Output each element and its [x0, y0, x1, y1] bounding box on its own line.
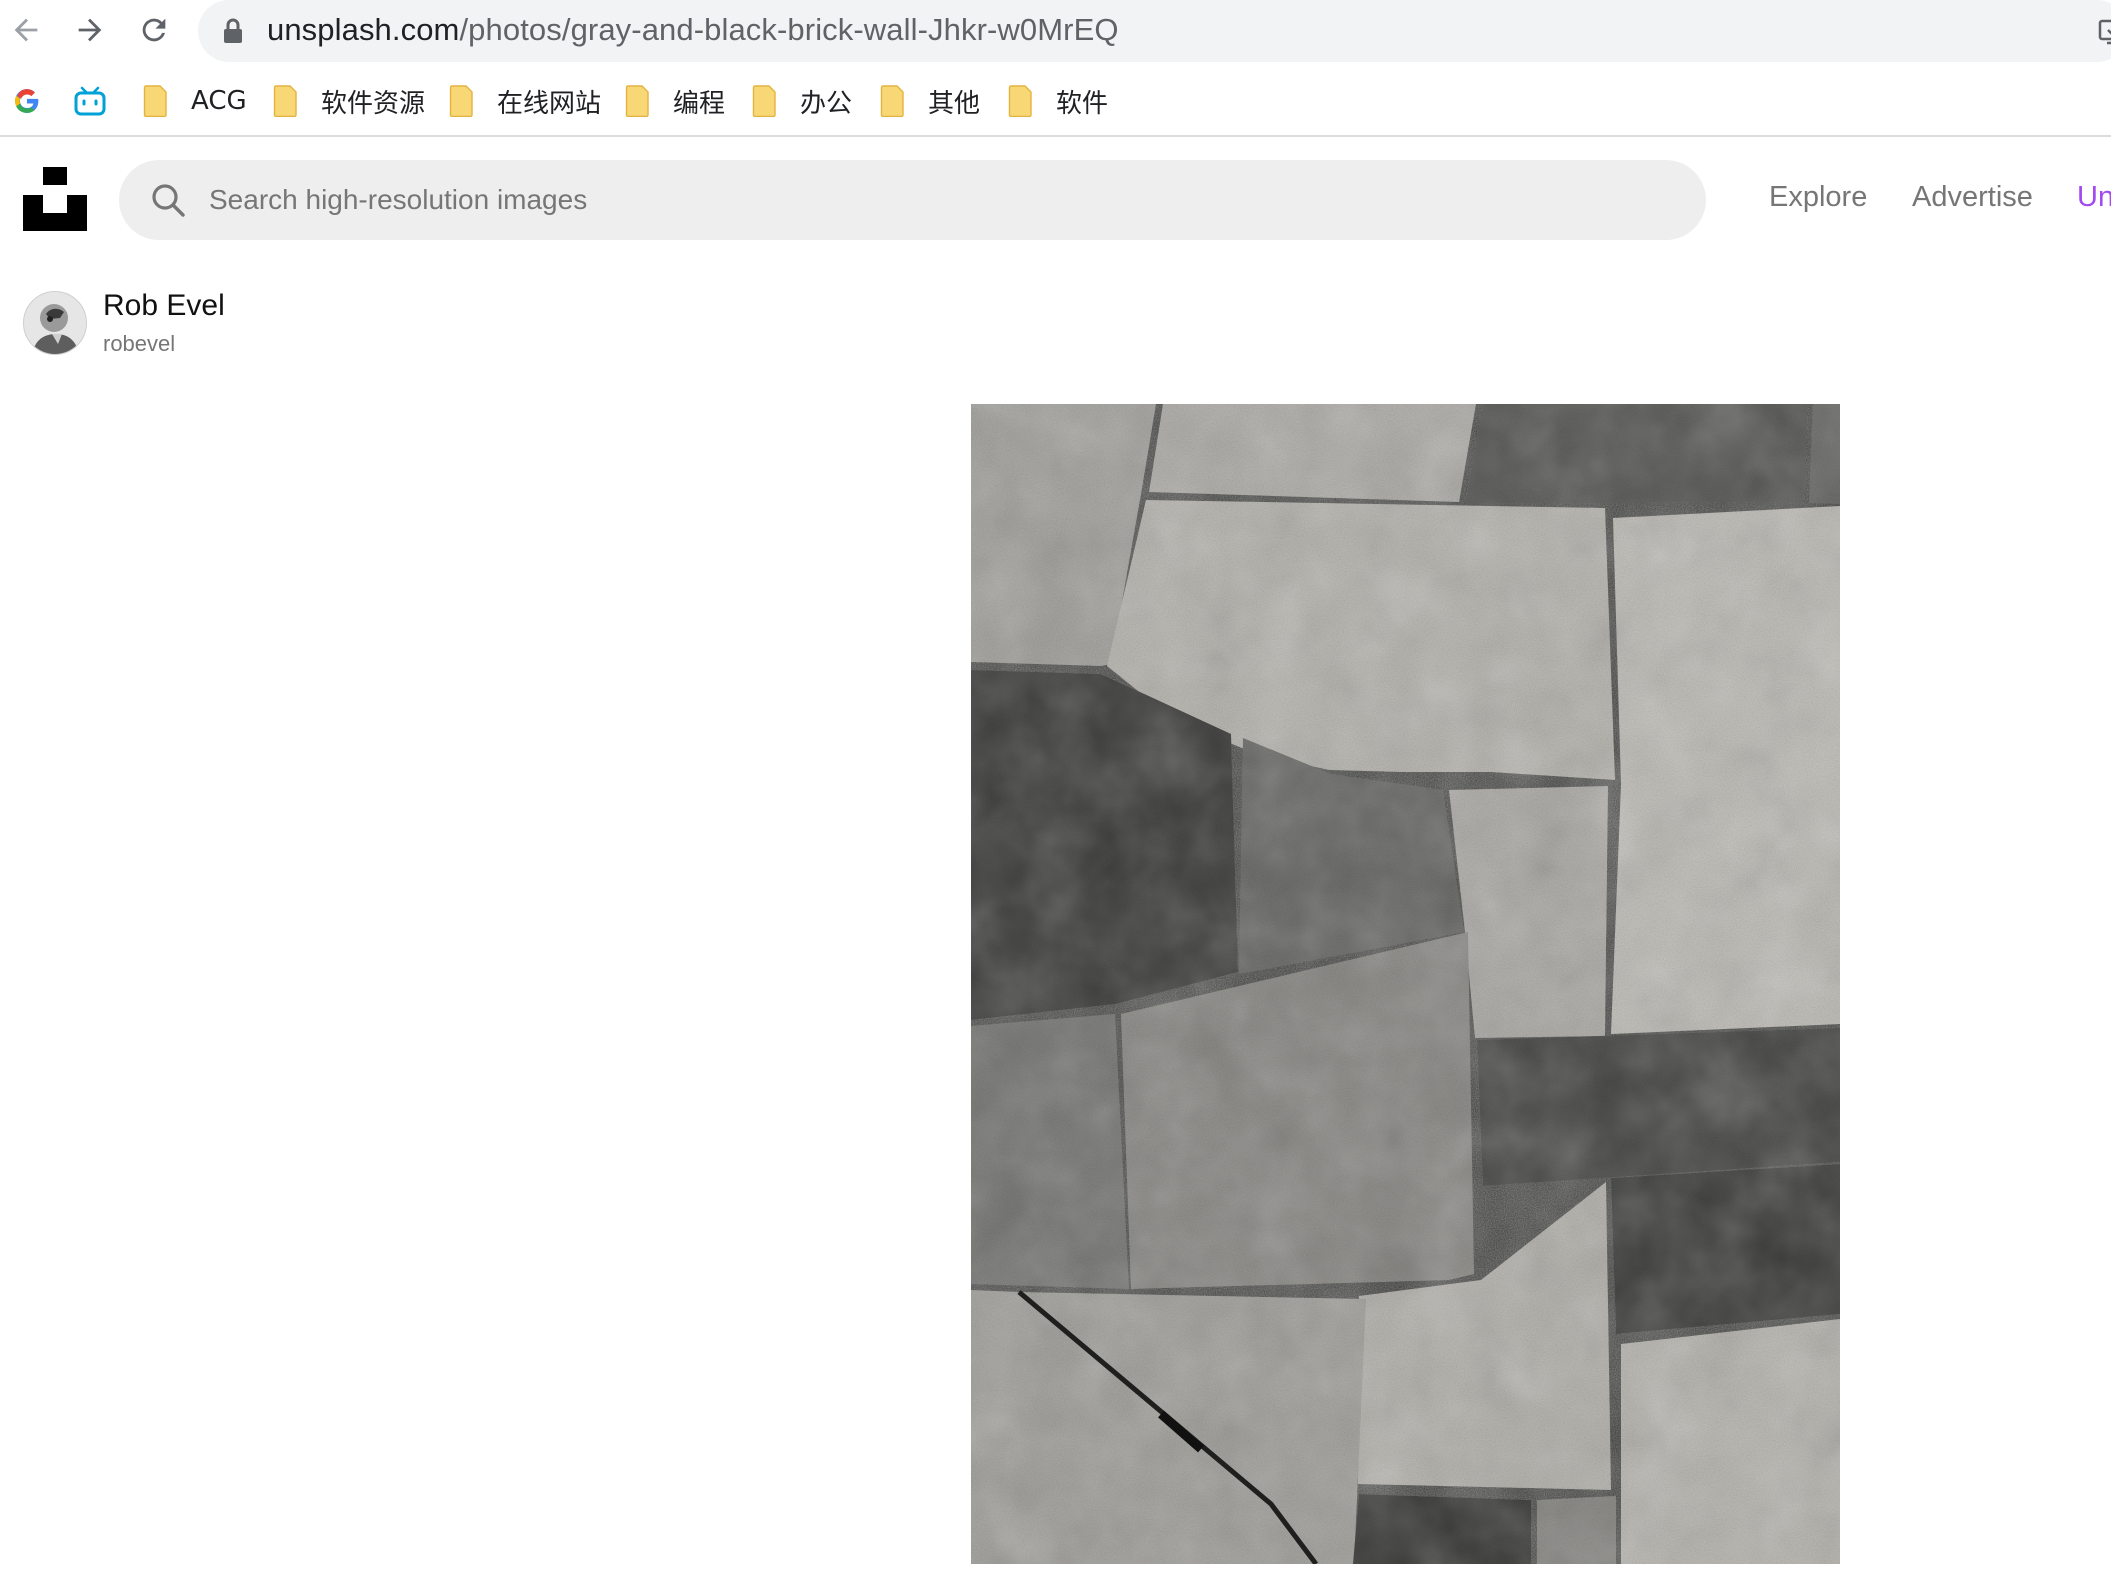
- folder-icon: [143, 85, 167, 117]
- bookmark-bilibili[interactable]: [74, 84, 106, 118]
- browser-toolbar: unsplash.com/photos/gray-and-black-brick…: [0, 0, 2111, 62]
- bookmark-label: 软件: [1056, 88, 1109, 119]
- bookmark-label: ACG: [191, 86, 247, 116]
- arrow-left-icon: [14, 18, 38, 42]
- bookmark-folder-programming[interactable]: 编程: [625, 84, 726, 119]
- folder-icon: [880, 85, 904, 117]
- avatar[interactable]: [23, 291, 87, 355]
- bookmark-folder-online-sites[interactable]: 在线网站: [449, 84, 602, 119]
- bookmark-google[interactable]: [14, 84, 40, 118]
- bookmark-label: 其他: [928, 88, 981, 119]
- reload-button[interactable]: [132, 8, 176, 52]
- lock-icon: [224, 18, 242, 43]
- url-host: unsplash.com: [267, 12, 460, 47]
- folder-icon: [625, 85, 649, 117]
- bookmark-folder-software[interactable]: 软件: [1008, 84, 1109, 119]
- back-button[interactable]: [4, 8, 48, 52]
- bookmark-label: 编程: [673, 88, 726, 119]
- search-input[interactable]: [209, 160, 1689, 240]
- bookmark-folder-acg[interactable]: ACG: [143, 84, 247, 118]
- url-path: /photos/gray-and-black-brick-wall-Jhkr-w…: [459, 12, 1119, 47]
- bookmark-folder-software-resources[interactable]: 软件资源: [273, 84, 426, 119]
- bookmark-folder-other[interactable]: 其他: [880, 84, 981, 119]
- folder-icon: [449, 85, 473, 117]
- nav-link-explore[interactable]: Explore: [1769, 181, 1867, 214]
- install-app-icon[interactable]: [2098, 17, 2111, 47]
- bookmarks-bar: ACG 软件资源 在线网站 编程 办公 其他 软件: [0, 62, 2111, 137]
- stone-wall-photo[interactable]: [971, 404, 1840, 1564]
- arrow-right-icon: [78, 18, 102, 42]
- address-bar[interactable]: unsplash.com/photos/gray-and-black-brick…: [198, 0, 2111, 62]
- search-icon[interactable]: [151, 183, 185, 217]
- unsplash-logo-icon[interactable]: [23, 167, 87, 231]
- folder-icon: [273, 85, 297, 117]
- author-name[interactable]: Rob Evel: [103, 289, 225, 323]
- bookmark-label: 办公: [800, 88, 853, 119]
- bookmark-label: 在线网站: [497, 88, 602, 119]
- reload-icon: [142, 18, 166, 42]
- bookmark-folder-office[interactable]: 办公: [752, 84, 853, 119]
- google-icon: [15, 89, 39, 113]
- forward-button[interactable]: [68, 8, 112, 52]
- search-bar: [119, 160, 1706, 240]
- url-text: unsplash.com/photos/gray-and-black-brick…: [267, 12, 1119, 48]
- bilibili-icon: [74, 86, 106, 116]
- avatar-photo: [24, 292, 86, 354]
- nav-link-unsplash-plus[interactable]: Un: [2077, 181, 2111, 214]
- folder-icon: [1008, 85, 1032, 117]
- bookmark-label: 软件资源: [321, 88, 426, 119]
- stone-wall-image: [971, 404, 1840, 1564]
- author-handle[interactable]: robevel: [103, 331, 175, 357]
- folder-icon: [752, 85, 776, 117]
- nav-link-advertise[interactable]: Advertise: [1912, 181, 2033, 214]
